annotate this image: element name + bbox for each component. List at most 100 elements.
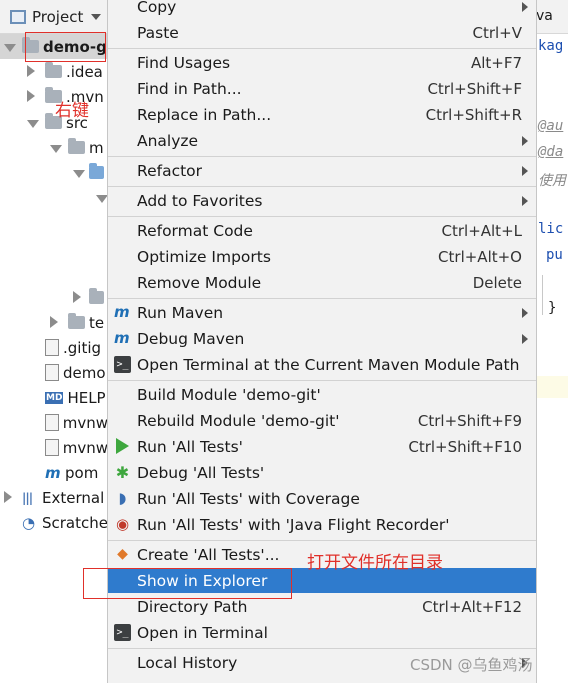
library-icon: ||| bbox=[22, 490, 33, 505]
tree-item-label: .idea bbox=[66, 62, 103, 81]
menu-item-debug-maven[interactable]: m Debug Maven bbox=[108, 326, 536, 351]
menu-item-paste[interactable]: Paste Ctrl+V bbox=[108, 20, 536, 45]
debug-icon: ✱ bbox=[115, 463, 130, 482]
folder-icon bbox=[89, 288, 104, 304]
tree-item[interactable]: demo bbox=[0, 360, 108, 385]
tree-item[interactable] bbox=[0, 160, 108, 185]
menu-item-label: Remove Module bbox=[137, 273, 262, 292]
folder-icon bbox=[89, 163, 104, 179]
menu-item-label: Add to Favorites bbox=[137, 191, 263, 210]
flight-recorder-icon: ◉ bbox=[115, 515, 130, 533]
code-line: 使用 bbox=[538, 173, 566, 189]
chevron-down-icon[interactable] bbox=[91, 13, 102, 20]
tree-item[interactable]: ◔ Scratche bbox=[0, 510, 108, 535]
menu-item-analyze[interactable]: Analyze bbox=[108, 128, 536, 153]
chevron-down-icon[interactable] bbox=[73, 164, 85, 182]
chevron-right-icon[interactable] bbox=[50, 314, 64, 332]
tree-item[interactable]: MD HELP bbox=[0, 385, 108, 410]
menu-item-run-all-tests[interactable]: Run 'All Tests' Ctrl+Shift+F10 bbox=[108, 434, 536, 459]
menu-item-label: Paste bbox=[137, 23, 179, 42]
folder-icon bbox=[45, 62, 62, 78]
menu-separator bbox=[108, 216, 536, 217]
markdown-file-icon: MD bbox=[45, 391, 64, 404]
menu-item-label: Run 'All Tests' bbox=[137, 437, 243, 456]
menu-item-open-in-terminal[interactable]: >_ Open in Terminal bbox=[108, 620, 536, 645]
menu-item-replace-in-path[interactable]: Replace in Path... Ctrl+Shift+R bbox=[108, 102, 536, 127]
menu-item-refactor[interactable]: Refactor bbox=[108, 158, 536, 183]
menu-item-label: Build Module 'demo-git' bbox=[137, 385, 321, 404]
chevron-right-icon[interactable] bbox=[27, 63, 41, 81]
menu-item-add-to-favorites[interactable]: Add to Favorites bbox=[108, 188, 536, 213]
menu-item-build-module-demo-git[interactable]: Build Module 'demo-git' bbox=[108, 382, 536, 407]
menu-item-copy[interactable]: Copy bbox=[108, 0, 536, 19]
code-editor[interactable]: va kag @au @da 使用 lic pu} bbox=[536, 0, 568, 683]
menu-separator bbox=[108, 186, 536, 187]
tree-item[interactable]: .idea bbox=[0, 59, 108, 84]
menu-separator bbox=[108, 540, 536, 541]
submenu-arrow-icon bbox=[522, 308, 528, 318]
menu-item-label: Directory Path bbox=[137, 597, 248, 616]
menu-item-shortcut: Alt+F7 bbox=[470, 53, 522, 72]
tree-item[interactable] bbox=[0, 285, 108, 310]
menu-item-label: Replace in Path... bbox=[137, 105, 272, 124]
menu-item-reformat-code[interactable]: Reformat Code Ctrl+Alt+L bbox=[108, 218, 536, 243]
file-icon bbox=[45, 364, 59, 381]
editor-tab-label: va bbox=[536, 8, 553, 24]
menu-item-label: Find in Path... bbox=[137, 79, 242, 98]
maven-file-icon: m bbox=[45, 463, 61, 482]
tree-item[interactable]: ||| External bbox=[0, 485, 108, 510]
open-folder-annotation: 打开文件所在目录 bbox=[307, 553, 443, 573]
chevron-down-icon[interactable] bbox=[4, 38, 18, 56]
chevron-right-icon[interactable] bbox=[73, 289, 85, 307]
menu-item-debug-all-tests[interactable]: ✱ Debug 'All Tests' bbox=[108, 460, 536, 485]
tree-item[interactable]: .gitig bbox=[0, 335, 108, 360]
tree-item[interactable]: m bbox=[0, 135, 108, 160]
menu-item-shortcut: Ctrl+Shift+F10 bbox=[408, 437, 522, 456]
terminal-icon: >_ bbox=[114, 624, 131, 641]
menu-item-open-terminal-at-the-current-maven-module-path[interactable]: >_ Open Terminal at the Current Maven Mod… bbox=[108, 352, 536, 377]
menu-separator bbox=[108, 380, 536, 381]
chevron-right-icon[interactable] bbox=[4, 489, 18, 507]
menu-separator bbox=[108, 156, 536, 157]
menu-separator bbox=[108, 48, 536, 49]
menu-separator bbox=[108, 648, 536, 649]
tree-item-label: m bbox=[89, 138, 104, 157]
menu-item-label: Debug Maven bbox=[137, 329, 245, 348]
menu-item-label: Copy bbox=[137, 0, 177, 16]
folder-icon bbox=[68, 313, 85, 329]
tree-item[interactable]: src bbox=[0, 110, 108, 135]
chevron-right-icon[interactable] bbox=[27, 88, 41, 106]
tree-item-label: External bbox=[42, 488, 105, 507]
menu-item-run-maven[interactable]: m Run Maven bbox=[108, 300, 536, 325]
menu-item-label: Open Terminal at the Current Maven Modul… bbox=[137, 355, 520, 374]
tree-item-label: mvnw bbox=[62, 438, 108, 457]
tree-item[interactable]: m pom bbox=[0, 460, 108, 485]
menu-item-find-usages[interactable]: Find Usages Alt+F7 bbox=[108, 50, 536, 75]
tree-item[interactable]: mvnw bbox=[0, 435, 108, 460]
menu-item-remove-module[interactable]: Remove Module Delete bbox=[108, 270, 536, 295]
chevron-down-icon[interactable] bbox=[50, 139, 64, 157]
project-panel-header[interactable]: Project bbox=[0, 0, 108, 34]
tree-item-label: pom bbox=[65, 463, 99, 482]
tree-item[interactable] bbox=[0, 185, 108, 210]
menu-item-label: Local History bbox=[137, 653, 238, 672]
tree-item[interactable]: mvnw bbox=[0, 410, 108, 435]
editor-tab[interactable]: va bbox=[536, 0, 568, 34]
submenu-arrow-icon bbox=[522, 334, 528, 344]
submenu-arrow-icon bbox=[522, 196, 528, 206]
menu-item-optimize-imports[interactable]: Optimize Imports Ctrl+Alt+O bbox=[108, 244, 536, 269]
menu-item-rebuild-module-demo-git[interactable]: Rebuild Module 'demo-git' Ctrl+Shift+F9 bbox=[108, 408, 536, 433]
submenu-arrow-icon bbox=[522, 136, 528, 146]
tree-item[interactable]: te bbox=[0, 310, 108, 335]
code-line: } bbox=[548, 300, 557, 316]
menu-item-run-all-tests-with-java-flight-recorder[interactable]: ◉ Run 'All Tests' with 'Java Flight Recor… bbox=[108, 512, 536, 537]
watermark: CSDN @乌鱼鸡汤 bbox=[410, 656, 533, 674]
menu-item-run-all-tests-with-coverage[interactable]: ◗ Run 'All Tests' with Coverage bbox=[108, 486, 536, 511]
chevron-down-icon[interactable] bbox=[27, 114, 41, 132]
menu-item-label: Refactor bbox=[137, 161, 203, 180]
tree-item[interactable]: .mvn bbox=[0, 84, 108, 109]
project-panel-title: Project bbox=[32, 7, 84, 26]
submenu-arrow-icon bbox=[522, 166, 528, 176]
menu-item-find-in-path[interactable]: Find in Path... Ctrl+Shift+F bbox=[108, 76, 536, 101]
menu-item-shortcut: Ctrl+Alt+O bbox=[438, 247, 522, 266]
